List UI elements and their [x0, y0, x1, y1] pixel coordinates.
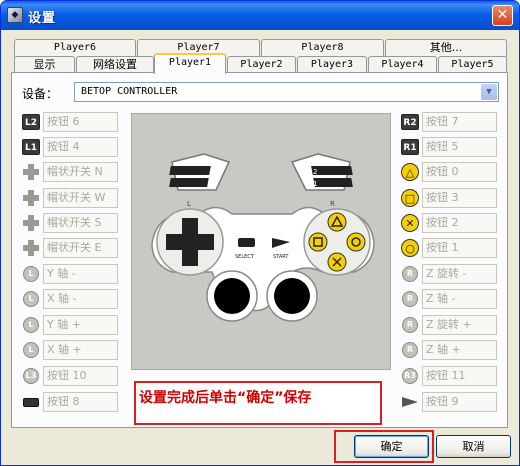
mapping-field-right-stick-down[interactable]: Z 旋转 +: [422, 315, 497, 335]
left-trigger-1-label: 1: [210, 180, 214, 188]
dpad-down-icon: [22, 214, 40, 232]
gamepad-illustration-area: 2 1 2 1 L R SELECT START: [131, 113, 391, 370]
L3-stick-press-icon: L3: [22, 367, 40, 385]
right-trigger-2-label: 2: [313, 168, 317, 176]
right-side-label: R: [330, 200, 335, 208]
left-stick-up-icon: L: [22, 265, 40, 283]
dpad-left-icon: [22, 189, 40, 207]
tab-other[interactable]: 其他...: [385, 39, 507, 57]
tab-player1[interactable]: Player1: [154, 53, 226, 74]
mapping-field-R3[interactable]: 按钮 11: [422, 366, 497, 386]
dpad-up-icon: [22, 163, 40, 181]
left-trigger-2-label: 2: [210, 168, 214, 176]
tab-player8[interactable]: Player8: [261, 39, 384, 57]
L2-trigger-icon: L2: [22, 113, 40, 131]
mapping-field-R1[interactable]: 按钮 5: [422, 137, 497, 157]
R1-trigger-icon: R1: [401, 138, 419, 156]
mapping-field-circle[interactable]: 按钮 1: [422, 238, 497, 258]
right-stick: [274, 278, 310, 314]
square-button-icon: □: [401, 189, 419, 207]
R2-trigger-icon: R2: [401, 113, 419, 131]
left-trigger-2: [169, 166, 211, 175]
tab-player6[interactable]: Player6: [14, 39, 136, 57]
mapping-field-L3[interactable]: 按钮 10: [43, 366, 118, 386]
close-button[interactable]: ✕: [492, 5, 513, 26]
left-stick-down-icon: L: [22, 316, 40, 334]
right-stick-right-icon: R: [401, 341, 419, 359]
cross-button-icon: ✕: [401, 214, 419, 232]
left-stick-left-icon: L: [22, 290, 40, 308]
mapping-field-start[interactable]: 按钮 9: [422, 392, 497, 412]
L1-trigger-icon: L1: [22, 138, 40, 156]
instruction-annotation: 设置完成后单击“确定”保存: [134, 381, 382, 425]
dpad-right-icon: [22, 239, 40, 257]
circle-button: [346, 232, 366, 252]
mapping-field-L2[interactable]: 按钮 6: [43, 112, 118, 132]
select-label: SELECT: [235, 254, 255, 260]
device-select-value: BETOP CONTROLLER: [81, 86, 178, 97]
circle-button-icon: ○: [401, 239, 419, 257]
mapping-field-right-stick-right[interactable]: Z 轴 +: [422, 340, 497, 360]
right-stick-left-icon: R: [401, 290, 419, 308]
mapping-field-dpad-down[interactable]: 帽状开关 S: [43, 213, 118, 233]
square-button: [308, 232, 328, 252]
mapping-field-left-stick-down[interactable]: Y 轴 +: [43, 315, 118, 335]
mapping-field-dpad-left[interactable]: 帽状开关 W: [43, 188, 118, 208]
left-stick: [214, 278, 250, 314]
mapping-field-select[interactable]: 按钮 8: [43, 392, 118, 412]
mapping-field-left-stick-left[interactable]: X 轴 -: [43, 289, 118, 309]
mapping-field-right-stick-up[interactable]: Z 旋转 -: [422, 264, 497, 284]
ok-button[interactable]: 确定: [354, 435, 429, 458]
mapping-field-left-stick-right[interactable]: X 轴 +: [43, 340, 118, 360]
R3-stick-press-icon: R3: [401, 367, 419, 385]
right-trigger-1-label: 1: [313, 180, 317, 188]
chevron-down-icon[interactable]: ▼: [481, 84, 497, 100]
mapping-field-dpad-right[interactable]: 帽状开关 E: [43, 238, 118, 258]
left-stick-right-icon: L: [22, 341, 40, 359]
right-trigger-1: [313, 178, 353, 187]
mapping-field-dpad-up[interactable]: 帽状开关 N: [43, 162, 118, 182]
mapping-field-L1[interactable]: 按钮 4: [43, 137, 118, 157]
mapping-field-triangle[interactable]: 按钮 0: [422, 162, 497, 182]
mapping-field-square[interactable]: 按钮 3: [422, 188, 497, 208]
triangle-button-icon: △: [401, 163, 419, 181]
mapping-field-left-stick-up[interactable]: Y 轴 -: [43, 264, 118, 284]
settings-window: ◆ 设置 ✕ Player6 Player7 Player8 其他... 显示 …: [0, 0, 520, 466]
start-label: START: [273, 254, 289, 260]
select-button: [238, 238, 255, 247]
left-side-label: L: [187, 200, 191, 208]
select-button-icon: [22, 393, 40, 411]
mapping-field-R2[interactable]: 按钮 7: [422, 112, 497, 132]
title-bar[interactable]: ◆ 设置 ✕: [1, 1, 519, 30]
start-button-icon: [401, 393, 419, 411]
right-stick-up-icon: R: [401, 265, 419, 283]
gamepad-app-icon: ◆: [7, 7, 23, 23]
device-select[interactable]: BETOP CONTROLLER ▼: [74, 82, 499, 102]
cancel-button[interactable]: 取消: [436, 435, 511, 458]
right-stick-down-icon: R: [401, 316, 419, 334]
mapping-field-right-stick-left[interactable]: Z 轴 -: [422, 289, 497, 309]
left-trigger-1: [169, 178, 209, 187]
gamepad-icon: 2 1 2 1 L R SELECT START: [151, 153, 375, 322]
window-title: 设置: [28, 11, 57, 26]
device-label: 设备：: [22, 87, 59, 101]
mapping-field-cross[interactable]: 按钮 2: [422, 213, 497, 233]
